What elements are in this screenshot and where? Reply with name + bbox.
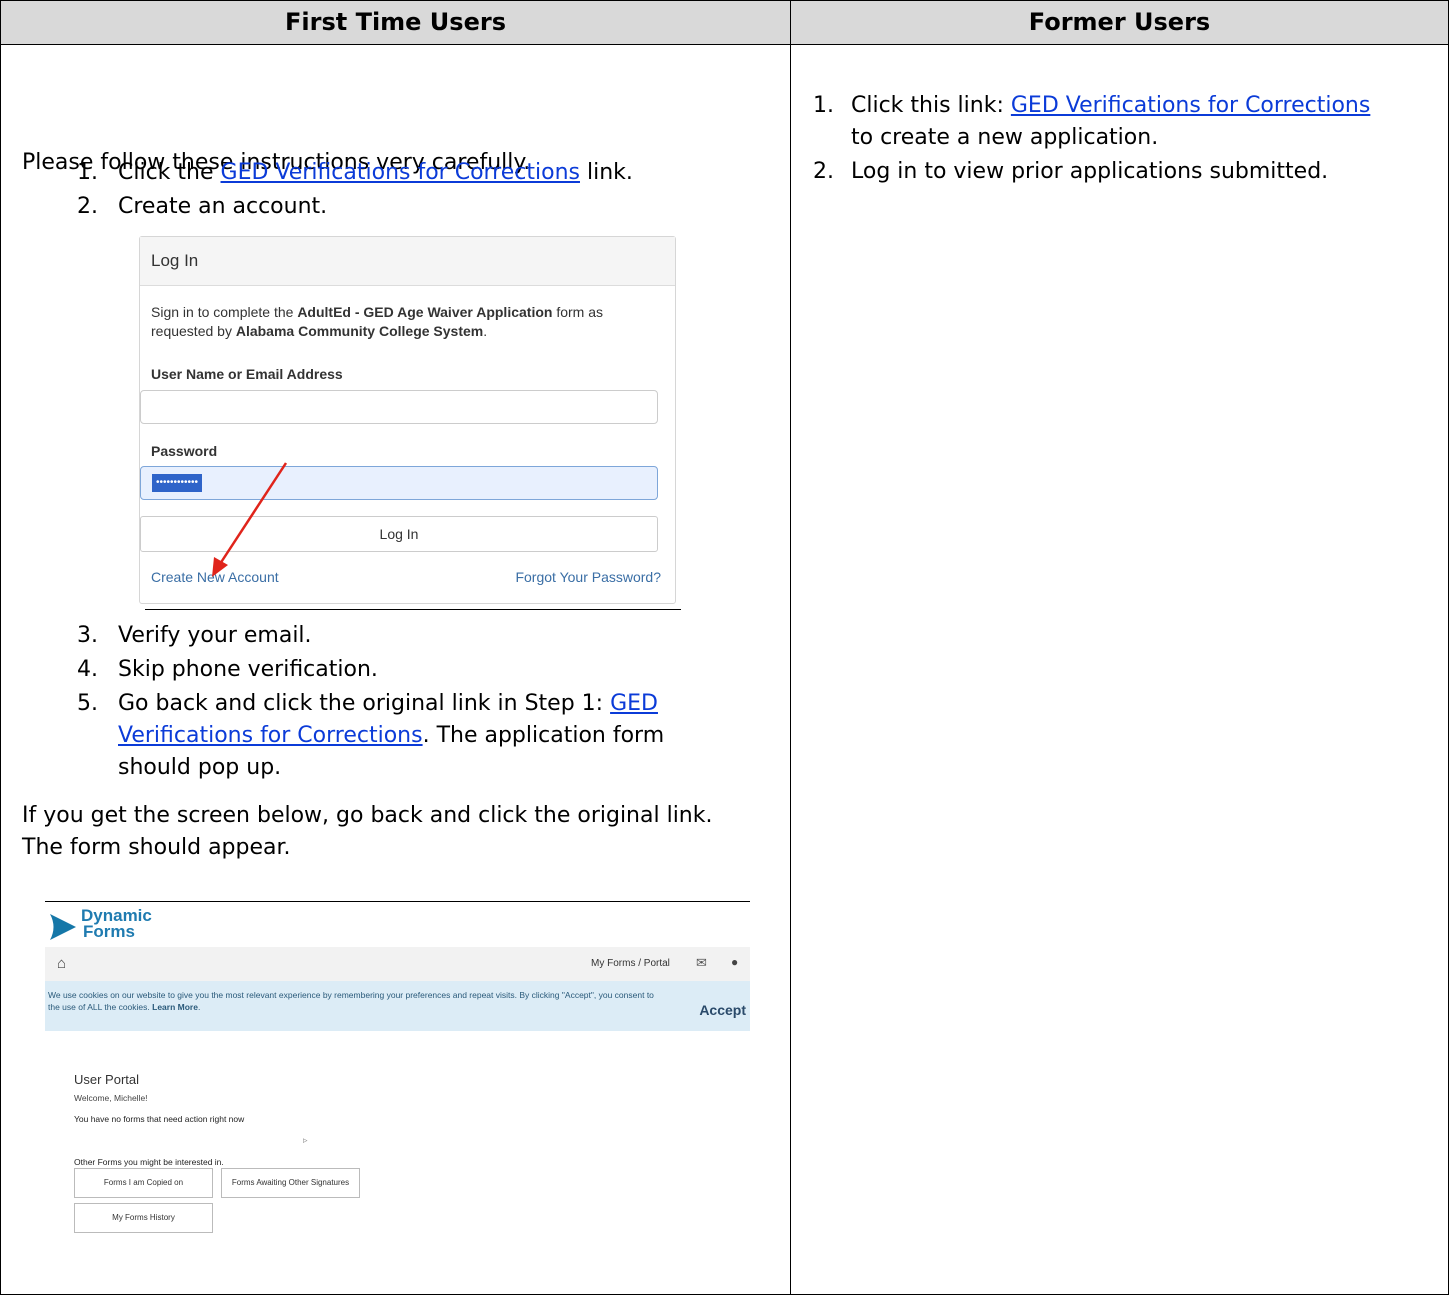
step-2-number: 2. (77, 194, 98, 219)
note-line-2: The form should appear. (22, 835, 291, 860)
portal-screenshot: Dynamic Forms ⌂ My Forms / Portal ✉ ● We… (45, 903, 750, 1233)
my-forms-portal-link[interactable]: My Forms / Portal (591, 958, 670, 969)
other-forms-text: Other Forms you might be interested in. (74, 1157, 224, 1167)
cursor-icon: ▹ (303, 1135, 308, 1145)
former-step-2: Log in to view prior applications submit… (851, 159, 1329, 184)
step-5-suffix-b: should pop up. (118, 755, 282, 780)
former-step-1-line2: to create a new application. (851, 125, 1159, 150)
ged-verifications-link-former[interactable]: GED Verifications for Corrections (1011, 93, 1370, 118)
username-label: User Name or Email Address (151, 366, 343, 382)
cookie-banner: We use cookies on our website to give yo… (45, 981, 750, 1031)
step-5: Go back and click the original link in S… (118, 688, 758, 784)
red-arrow-icon (212, 462, 288, 577)
note-line-1: If you get the screen below, go back and… (22, 803, 713, 828)
forms-awaiting-signatures-button[interactable]: Forms Awaiting Other Signatures (221, 1168, 360, 1198)
header-former-users: Former Users (791, 1, 1448, 45)
step-1-suffix: link. (579, 160, 633, 185)
ged-link-step5-a[interactable]: GED (610, 691, 658, 716)
step-5-number: 5. (77, 691, 98, 716)
welcome-text: Welcome, Michelle! (74, 1093, 148, 1103)
login-title: Log In (140, 237, 675, 286)
portal-top-line (45, 901, 750, 902)
step-4-number: 4. (77, 657, 98, 682)
cookie-text-line-2: the use of ALL the cookies. (48, 1002, 153, 1012)
step-3: Verify your email. (118, 623, 312, 648)
column-divider (790, 1, 791, 1294)
ged-verifications-link-step1[interactable]: GED Verifications for Corrections (221, 160, 580, 185)
dynamic-forms-logo-icon (50, 914, 76, 940)
ged-link-step5-b[interactable]: Verifications for Corrections (118, 723, 423, 748)
cookie-text: We use cookies on our website to give yo… (48, 990, 654, 1012)
login-description: Sign in to complete the AdultEd - GED Ag… (151, 303, 603, 341)
cookie-learn-more-link[interactable]: Learn More (152, 1002, 198, 1012)
former-step-1: Click this link: GED Verifications for C… (851, 90, 1370, 154)
logo-text: Dynamic Forms (81, 907, 152, 941)
former-step-2-number: 2. (813, 159, 834, 184)
password-value: •••••••••••• (152, 474, 203, 492)
step-4: Skip phone verification. (118, 657, 378, 682)
login-desc-mid: form as (552, 304, 604, 320)
username-input[interactable] (140, 390, 658, 424)
login-desc-pre: Sign in to complete the (151, 304, 298, 320)
portal-title: User Portal (74, 1072, 140, 1087)
login-desc-line2-post: . (483, 323, 488, 339)
login-screenshot: Log In Sign in to complete the AdultEd -… (139, 236, 676, 604)
user-icon[interactable]: ● (731, 955, 738, 969)
mail-icon[interactable]: ✉ (696, 955, 707, 971)
forgot-password-link[interactable]: Forgot Your Password? (515, 569, 661, 585)
login-desc-line2-pre: requested by (151, 323, 236, 339)
portal-navbar: ⌂ My Forms / Portal ✉ ● (45, 947, 750, 981)
my-forms-history-button[interactable]: My Forms History (74, 1203, 213, 1233)
step-3-number: 3. (77, 623, 98, 648)
step-1-number: 1. (77, 160, 98, 185)
home-icon[interactable]: ⌂ (57, 955, 66, 972)
step-5-suffix-a: . The application form (422, 723, 665, 748)
login-org-name: Alabama Community College System (235, 323, 484, 339)
cookie-accept-button[interactable]: Accept (699, 1002, 746, 1018)
cookie-text-line-1: We use cookies on our website to give yo… (48, 990, 654, 1000)
logo-line-2: Forms (83, 922, 135, 941)
no-forms-text: You have no forms that need action right… (74, 1114, 245, 1124)
header-first-time-users: First Time Users (1, 1, 790, 45)
login-screenshot-underline (145, 609, 681, 610)
forms-copied-on-button[interactable]: Forms I am Copied on (74, 1168, 213, 1198)
step-2: Create an account. (118, 194, 328, 219)
login-form-name: AdultEd - GED Age Waiver Application (297, 304, 553, 320)
former-step-1-number: 1. (813, 93, 834, 118)
step-1-prefix: Click the (118, 160, 221, 185)
former-step-1-prefix: Click this link: (851, 93, 1011, 118)
step-1: Click the GED Verifications for Correcti… (118, 157, 633, 189)
password-label: Password (151, 443, 218, 459)
step-5-prefix: Go back and click the original link in S… (118, 691, 611, 716)
